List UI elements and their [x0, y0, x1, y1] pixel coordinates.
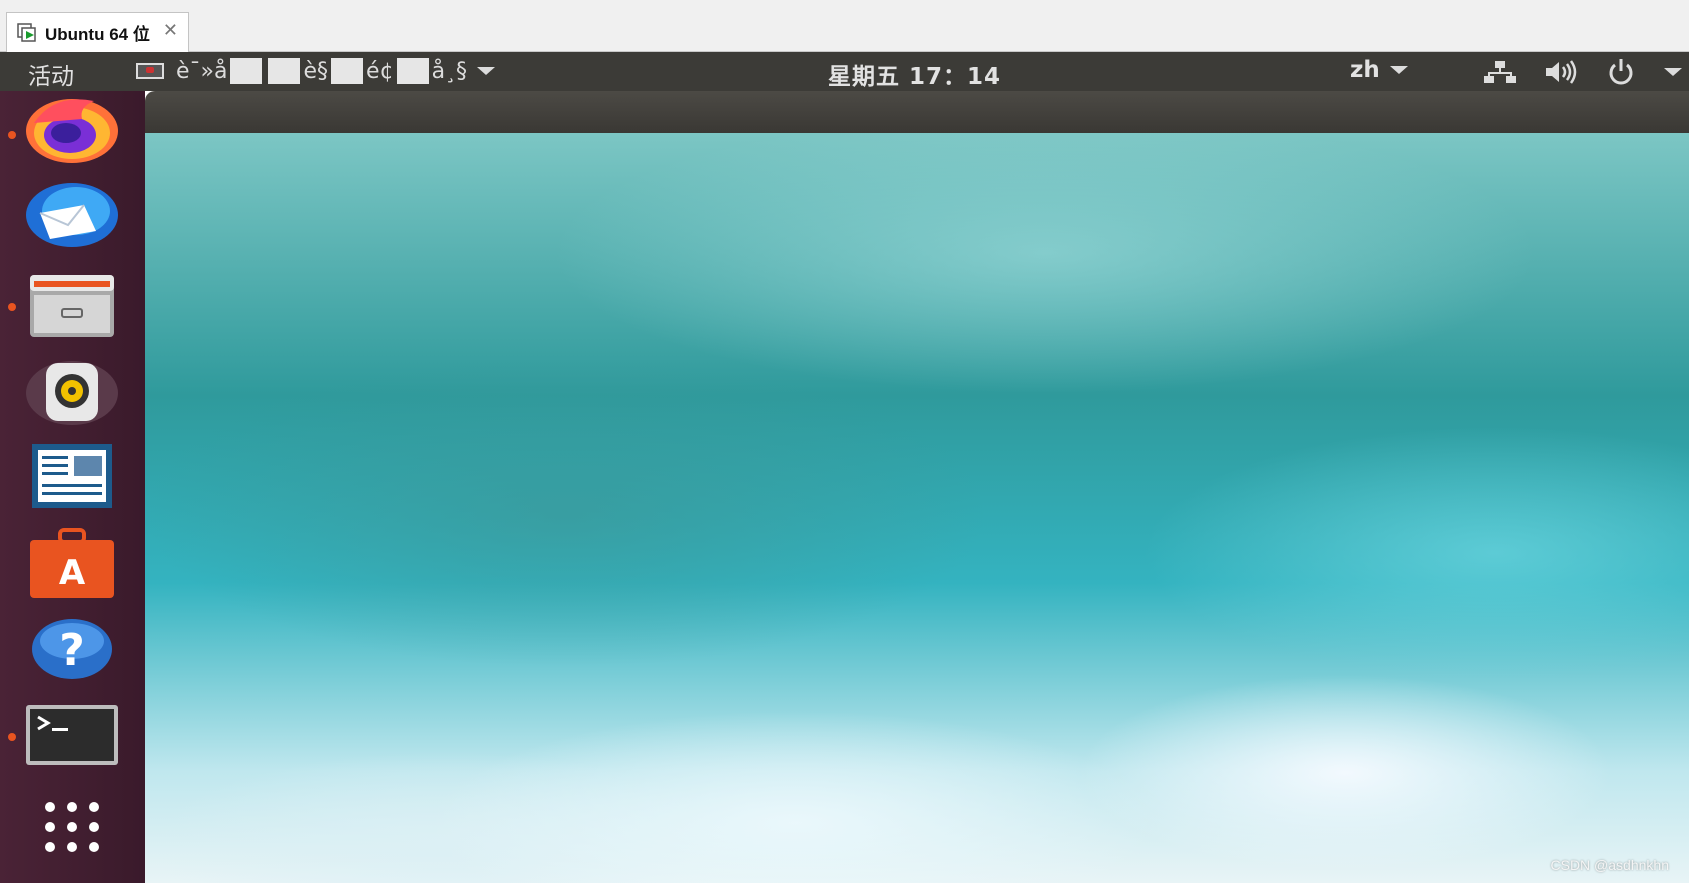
activities-button[interactable]: 活动 — [28, 57, 74, 91]
ubuntu-software-icon: A — [24, 528, 120, 604]
dock-item-ubuntu-software[interactable]: A — [22, 526, 122, 606]
ubuntu-top-bar: 活动 è¯»å è§ é¢ å¸§ 星期五 17：14 zh — [0, 52, 1689, 91]
vm-tab[interactable]: Ubuntu 64 位 ✕ — [6, 12, 189, 52]
thunderbird-icon — [24, 179, 120, 255]
system-menu-caret-icon[interactable] — [1664, 68, 1682, 76]
app-menu[interactable]: è¯»å è§ é¢ å¸§ — [136, 58, 496, 84]
garbled-block — [331, 58, 364, 84]
grid-icon — [24, 793, 120, 869]
watermark: CSDN @asdhnkhn — [1550, 857, 1670, 873]
clock[interactable]: 星期五 17：14 — [828, 57, 1001, 91]
libreoffice-writer-icon — [24, 440, 120, 516]
vm-play-icon — [17, 22, 39, 44]
running-indicator — [8, 131, 16, 139]
chevron-down-icon — [1389, 66, 1408, 74]
host-tab-strip: Ubuntu 64 位 ✕ — [0, 0, 1689, 52]
garbled-block — [396, 58, 429, 84]
power-icon[interactable] — [1606, 59, 1636, 85]
app-menu-text-2: è§ — [303, 58, 329, 84]
desktop-wallpaper: CSDN @asdhnkhn — [145, 133, 1689, 883]
language-label: zh — [1350, 57, 1380, 83]
app-menu-icon — [136, 63, 164, 79]
system-tray[interactable] — [1484, 59, 1682, 85]
app-menu-text-1: è¯»å — [176, 58, 228, 84]
garbled-block — [230, 58, 263, 84]
dock-item-files[interactable] — [8, 267, 122, 347]
window-titlebar[interactable] — [145, 91, 1689, 133]
dock-item-firefox[interactable] — [8, 91, 122, 171]
dock-item-libreoffice-writer[interactable] — [22, 438, 122, 518]
running-indicator — [8, 303, 16, 311]
close-icon[interactable]: ✕ — [163, 21, 178, 41]
app-menu-text-4: å¸§ — [431, 58, 468, 84]
firefox-icon — [24, 93, 120, 169]
garbled-block — [268, 58, 301, 84]
dock: A ? — [0, 91, 145, 883]
dock-item-terminal[interactable] — [8, 697, 122, 777]
svg-text:?: ? — [59, 625, 85, 676]
language-indicator[interactable]: zh — [1350, 57, 1408, 83]
network-icon[interactable] — [1484, 60, 1516, 84]
dock-item-rhythmbox[interactable] — [22, 353, 122, 433]
dock-item-help[interactable]: ? — [22, 611, 122, 691]
terminal-icon — [24, 699, 120, 775]
chevron-down-icon — [477, 67, 496, 75]
rhythmbox-icon — [24, 355, 120, 431]
volume-icon[interactable] — [1544, 60, 1578, 84]
svg-text:A: A — [59, 553, 86, 593]
dock-item-show-applications[interactable] — [22, 791, 122, 871]
app-menu-text-3: é¢ — [366, 58, 394, 84]
running-indicator — [8, 733, 16, 741]
dock-item-thunderbird[interactable] — [22, 177, 122, 257]
vm-tab-title: Ubuntu 64 位 — [45, 25, 150, 44]
files-icon — [24, 269, 120, 345]
help-icon: ? — [24, 613, 120, 689]
